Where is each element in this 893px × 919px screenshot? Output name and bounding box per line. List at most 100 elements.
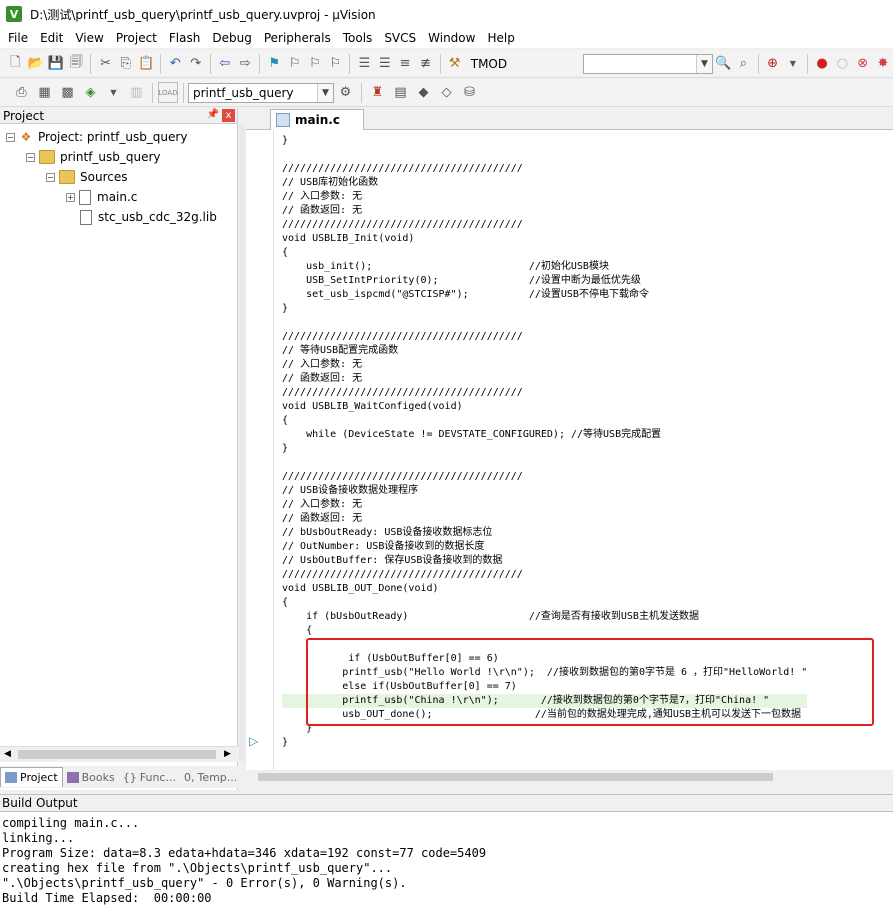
redo-icon[interactable]: ↷ (186, 53, 204, 74)
breakpoint-icon[interactable]: ● (813, 53, 831, 74)
code-line[interactable]: //////////////////////////////////////// (282, 330, 807, 344)
scrollbar-thumb[interactable] (18, 750, 216, 759)
code-line[interactable]: //////////////////////////////////////// (282, 568, 807, 582)
code-line[interactable]: // 入口参数: 无 (282, 190, 807, 204)
disable-all-breakpoints-icon[interactable]: ⊗ (854, 53, 872, 74)
code-line[interactable]: while (DeviceState != DEVSTATE_CONFIGURE… (282, 428, 807, 442)
new-file-icon[interactable]: 🗋 (6, 53, 24, 74)
build-icon[interactable]: ▦ (34, 82, 55, 103)
pack-installer-icon[interactable]: ◇ (436, 82, 457, 103)
code-line[interactable]: { (282, 596, 807, 610)
tree-file-main-c[interactable]: + main.c (66, 188, 137, 206)
tab-project[interactable]: Project (0, 767, 63, 787)
close-icon[interactable]: x (222, 109, 235, 122)
stop-build-icon[interactable]: ▥ (126, 82, 147, 103)
code-line[interactable]: { (282, 246, 807, 260)
rte-icon[interactable]: ◆ (413, 82, 434, 103)
translate-icon[interactable]: ⎙ (11, 82, 32, 103)
tree-target[interactable]: − printf_usb_query (26, 148, 161, 166)
code-line[interactable] (282, 456, 807, 470)
target-combo[interactable]: ▼ (583, 53, 713, 74)
code-line[interactable]: // 函数返回: 无 (282, 204, 807, 218)
code-line[interactable]: // 入口参数: 无 (282, 498, 807, 512)
bookmark-icon[interactable]: ⚑ (265, 53, 283, 74)
code-line[interactable]: //////////////////////////////////////// (282, 218, 807, 232)
code-line[interactable]: void USBLIB_Init(void) (282, 232, 807, 246)
dropdown-arrow-icon[interactable]: ▼ (784, 53, 802, 74)
code-line[interactable]: //////////////////////////////////////// (282, 386, 807, 400)
editor-gutter[interactable]: ▷ (246, 130, 274, 770)
disable-breakpoint-icon[interactable]: ○ (833, 53, 851, 74)
menu-window[interactable]: Window (422, 31, 481, 45)
code-line[interactable]: // 入口参数: 无 (282, 358, 807, 372)
copy-icon[interactable]: ⎘ (117, 53, 135, 74)
pin-icon[interactable]: 📌 (207, 109, 219, 120)
menu-peripherals[interactable]: Peripherals (258, 31, 337, 45)
tree-file-lib[interactable]: stc_usb_cdc_32g.lib (80, 208, 217, 226)
find-in-files-icon[interactable]: 🔍 (714, 53, 732, 74)
code-line[interactable]: void USBLIB_WaitConfiged(void) (282, 400, 807, 414)
next-bookmark-icon[interactable]: ⚐ (306, 53, 324, 74)
code-line[interactable]: { (282, 414, 807, 428)
code-line[interactable]: void USBLIB_OUT_Done(void) (282, 582, 807, 596)
expand-icon[interactable]: + (66, 192, 75, 202)
uncomment-icon[interactable]: ≢ (416, 53, 434, 74)
unindent-icon[interactable]: ☰ (376, 53, 394, 74)
scroll-left-icon[interactable]: ◀ (4, 749, 11, 759)
collapse-icon[interactable]: − (26, 152, 35, 162)
chevron-down-icon[interactable]: ▼ (317, 83, 333, 102)
rebuild-icon[interactable]: ▩ (57, 82, 78, 103)
menu-help[interactable]: Help (481, 31, 520, 45)
code-line[interactable]: { (282, 624, 807, 638)
menu-view[interactable]: View (69, 31, 109, 45)
code-line[interactable]: // USB设备接收数据处理程序 (282, 484, 807, 498)
open-folder-icon[interactable]: 📂 (27, 53, 45, 74)
code-line[interactable]: // USB库初始化函数 (282, 176, 807, 190)
code-line[interactable]: } (282, 302, 807, 316)
scroll-right-icon[interactable]: ▶ (224, 749, 231, 759)
kill-all-breakpoints-icon[interactable]: ✸ (874, 53, 892, 74)
code-editor[interactable]: ▷ } ////////////////////////////////////… (246, 130, 893, 770)
cut-icon[interactable]: ✂ (96, 53, 114, 74)
code-line[interactable]: // 函数返回: 无 (282, 372, 807, 386)
code-line[interactable]: // OutNumber: USB设备接收到的数据长度 (282, 540, 807, 554)
project-target-combo[interactable]: printf_usb_query ▼ (188, 82, 334, 103)
code-line[interactable]: set_usb_ispcmd("@STCISP#"); //设置USB不停电下载… (282, 288, 807, 302)
editor-horizontal-scrollbar[interactable] (246, 770, 893, 784)
paste-icon[interactable]: 📋 (137, 53, 155, 74)
clear-bookmarks-icon[interactable]: ⚐ (326, 53, 344, 74)
save-all-icon[interactable]: 🗐 (67, 53, 85, 74)
chevron-down-icon[interactable]: ▼ (695, 54, 712, 73)
code-line[interactable] (282, 148, 807, 162)
tab-main-c[interactable]: main.c (270, 109, 364, 130)
file-extensions-icon[interactable]: ▤ (390, 82, 411, 103)
project-vertical-scrollbar[interactable] (239, 124, 245, 761)
code-line[interactable]: } (282, 736, 807, 750)
collapse-icon[interactable]: − (46, 172, 55, 182)
code-line[interactable] (282, 316, 807, 330)
load-icon[interactable]: LOAD (158, 82, 178, 103)
menu-flash[interactable]: Flash (163, 31, 206, 45)
code-line[interactable]: //////////////////////////////////////// (282, 470, 807, 484)
menu-project[interactable]: Project (110, 31, 163, 45)
code-line[interactable]: usb_init(); //初始化USB模块 (282, 260, 807, 274)
menu-svcs[interactable]: SVCS (378, 31, 422, 45)
code-line[interactable]: } (282, 442, 807, 456)
tab-books[interactable]: Books (63, 767, 119, 787)
prev-bookmark-icon[interactable]: ⚐ (285, 53, 303, 74)
code-line[interactable]: // bUsbOutReady: USB设备接收数据标志位 (282, 526, 807, 540)
software-packs-icon[interactable]: ⛁ (459, 82, 480, 103)
code-line[interactable]: // UsbOutBuffer: 保存USB设备接收到的数据 (282, 554, 807, 568)
indent-icon[interactable]: ☰ (355, 53, 373, 74)
tree-group-sources[interactable]: − Sources (46, 168, 127, 186)
tab-templates[interactable]: 0, Temp... (180, 767, 241, 787)
options-for-target-icon[interactable]: ⚙ (335, 82, 356, 103)
batch-build-icon[interactable]: ◈ (80, 82, 101, 103)
navigate-back-icon[interactable]: ⇦ (216, 53, 234, 74)
scrollbar-thumb[interactable] (258, 773, 773, 781)
tree-project-root[interactable]: − ❖ Project: printf_usb_query (6, 128, 187, 146)
code-line[interactable]: } (282, 134, 807, 148)
undo-icon[interactable]: ↶ (166, 53, 184, 74)
comment-icon[interactable]: ≡ (396, 53, 414, 74)
menu-file[interactable]: File (2, 31, 34, 45)
